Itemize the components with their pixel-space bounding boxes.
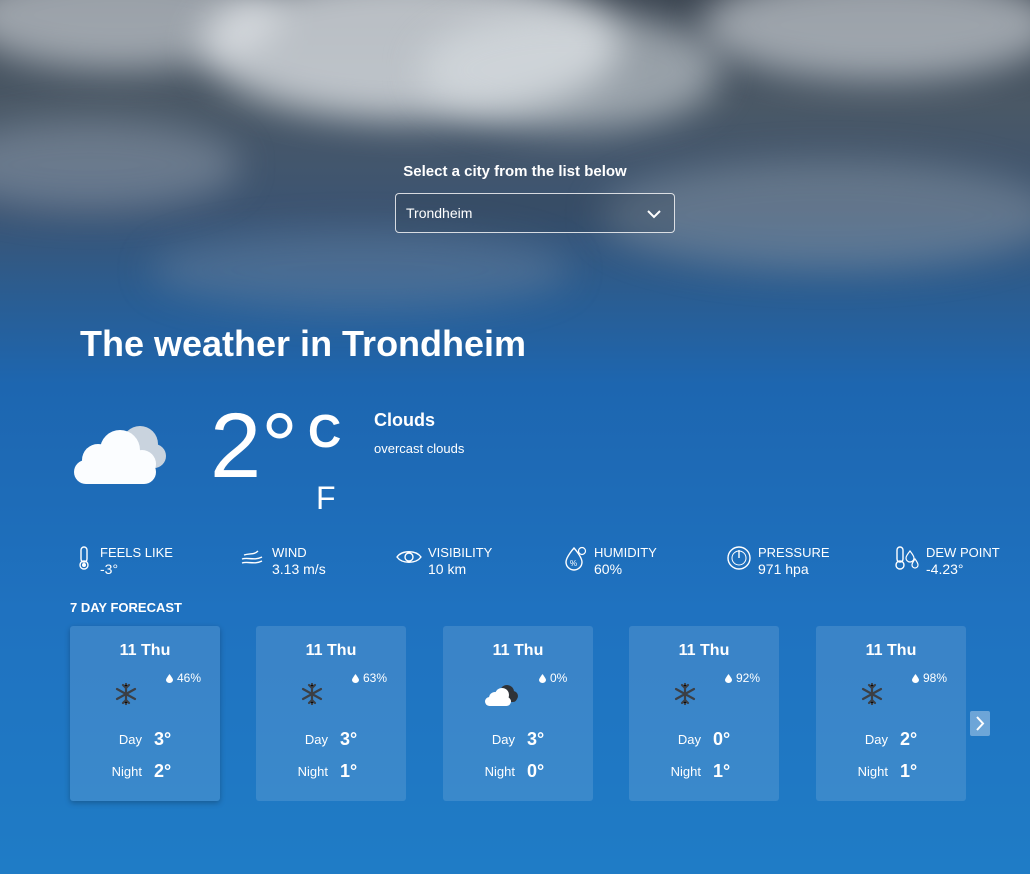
current-temperature: 2° — [210, 395, 298, 497]
forecast-date: 11 Thu — [678, 642, 730, 659]
humidity-icon: % — [565, 546, 587, 571]
forecast-card[interactable]: 11 Thu 92% Day 0° Night 1° — [629, 626, 779, 801]
night-temp: 1° — [713, 761, 731, 781]
night-label: Night — [857, 764, 888, 779]
day-temp: 3° — [527, 729, 545, 749]
night-temp: 0° — [527, 761, 545, 781]
metric-label: VISIBILITY — [428, 545, 493, 560]
day-label: Day — [304, 732, 328, 747]
rain-chance: 92% — [725, 671, 760, 685]
metric-humidity: % HUMIDITY 60% — [562, 545, 657, 577]
metric-dew-point: DEW POINT -4.23° — [894, 545, 1000, 577]
city-selector: Select a city from the list below Trondh… — [0, 163, 1030, 233]
selected-city: Trondheim — [406, 205, 473, 221]
rain-value: 98% — [923, 671, 948, 685]
rain-value: 92% — [736, 671, 761, 685]
metric-label: PRESSURE — [758, 545, 830, 560]
forecast-date: 11 Thu — [492, 642, 544, 659]
celsius-toggle[interactable]: C — [308, 404, 341, 458]
forecast-card[interactable]: 11 Thu 63% Day 3° Night 1° — [256, 626, 406, 801]
page-title: The weather in Trondheim — [80, 323, 527, 364]
metric-pressure: PRESSURE 971 hpa — [726, 545, 830, 577]
selector-label: Select a city from the list below — [403, 163, 627, 180]
raindrop-icon — [912, 673, 919, 683]
metric-value: 60% — [594, 561, 623, 577]
wind-icon — [241, 550, 263, 564]
eye-icon — [396, 551, 422, 563]
raindrop-icon — [539, 673, 546, 683]
metric-label: HUMIDITY — [594, 545, 657, 560]
condition-description: overcast clouds — [374, 441, 465, 456]
forecast-card[interactable]: 11 Thu 0% Day 3° Night 0° — [443, 626, 593, 801]
forecast-date: 11 Thu — [865, 642, 917, 659]
metric-value: -3° — [100, 561, 119, 577]
metric-value: 971 hpa — [758, 561, 809, 577]
condition: Clouds — [374, 410, 435, 430]
clouds-icon — [74, 426, 166, 484]
night-temp: 1° — [340, 761, 358, 781]
metric-value: 10 km — [428, 561, 467, 577]
day-label: Day — [864, 732, 888, 747]
next-forecast-button[interactable] — [970, 711, 990, 736]
snowflake-icon — [301, 682, 323, 706]
cloud-icon — [485, 685, 518, 706]
day-temp: 2° — [900, 729, 918, 749]
day-label: Day — [677, 732, 701, 747]
raindrop-icon — [166, 673, 173, 683]
forecast-title: 7 DAY FORECAST — [70, 600, 182, 615]
metric-label: WIND — [272, 545, 307, 560]
forecast-date: 11 Thu — [119, 642, 171, 659]
forecast-card[interactable]: 11 Thu 46% Day 3° Night 2° — [70, 626, 220, 801]
fahrenheit-toggle[interactable]: F — [316, 480, 336, 517]
forecast-date: 11 Thu — [305, 642, 357, 659]
snowflake-icon — [115, 682, 137, 706]
day-temp: 0° — [713, 729, 731, 749]
raindrop-icon — [352, 673, 359, 683]
day-temp: 3° — [340, 729, 358, 749]
night-label: Night — [111, 764, 142, 779]
metric-value: 3.13 m/s — [272, 561, 326, 577]
forecast-card[interactable]: 11 Thu 98% Day 2° Night 1° — [816, 626, 966, 801]
night-temp: 1° — [900, 761, 918, 781]
day-temp: 3° — [154, 729, 172, 749]
rain-chance: 63% — [352, 671, 387, 685]
night-label: Night — [484, 764, 515, 779]
night-label: Night — [670, 764, 701, 779]
city-dropdown[interactable]: Trondheim — [395, 193, 675, 233]
barometer-icon — [727, 546, 751, 570]
day-label: Day — [491, 732, 515, 747]
metric-value: -4.23° — [926, 561, 964, 577]
rain-chance: 98% — [912, 671, 947, 685]
metric-feels-like: FEELS LIKE -3° — [74, 545, 173, 577]
chevron-right-icon — [976, 716, 985, 731]
rain-value: 0% — [550, 671, 568, 685]
svg-text:%: % — [570, 559, 577, 568]
dew-point-icon — [895, 546, 919, 570]
snowflake-icon — [674, 682, 696, 706]
thermometer-icon — [79, 546, 89, 570]
night-label: Night — [297, 764, 328, 779]
day-label: Day — [118, 732, 142, 747]
metric-label: FEELS LIKE — [100, 545, 173, 560]
raindrop-icon — [725, 673, 732, 683]
rain-value: 46% — [177, 671, 202, 685]
rain-value: 63% — [363, 671, 388, 685]
snowflake-icon — [861, 682, 883, 706]
metric-visibility: VISIBILITY 10 km — [396, 545, 492, 577]
metric-label: DEW POINT — [926, 545, 1000, 560]
rain-chance: 0% — [539, 671, 567, 685]
chevron-down-icon — [647, 210, 661, 219]
rain-chance: 46% — [166, 671, 201, 685]
metric-wind: WIND 3.13 m/s — [240, 545, 326, 577]
night-temp: 2° — [154, 761, 172, 781]
